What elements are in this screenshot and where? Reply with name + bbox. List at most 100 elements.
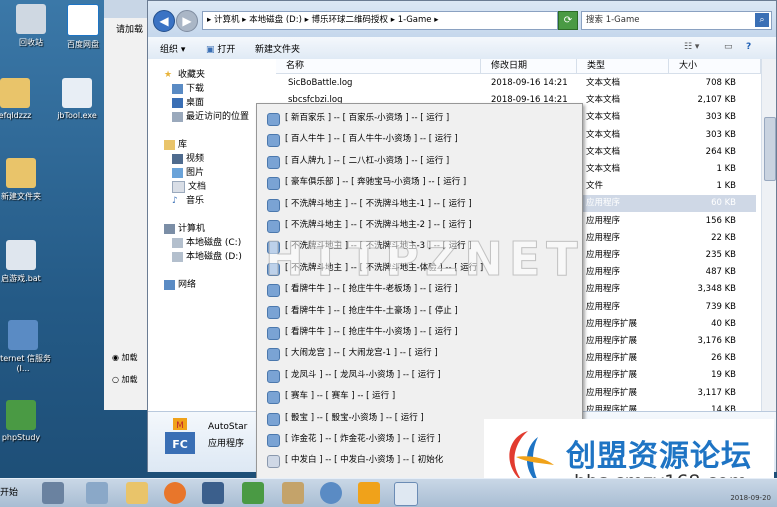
- cell-size: 303 KB: [705, 129, 736, 140]
- menu-item[interactable]: [ 大闹龙宫 ] -- [ 大闹龙宫-1 ] -- [ 运行 ]: [257, 343, 582, 364]
- taskbar-active-app-icon[interactable]: [394, 482, 418, 506]
- nav-label: 最近访问的位置: [186, 112, 250, 122]
- nav-favorites[interactable]: ★ 收藏夹: [164, 67, 205, 81]
- iis-icon[interactable]: nternet 信服务 (I...: [0, 320, 54, 373]
- column-type[interactable]: 类型: [577, 59, 669, 74]
- preview-pane-icon[interactable]: ▭: [724, 42, 733, 52]
- taskbar-network-icon[interactable]: [86, 482, 108, 504]
- menu-item[interactable]: [ 赛车 ] -- [ 赛车 ] -- [ 运行 ]: [257, 386, 582, 407]
- background-window-titlebar[interactable]: [104, 0, 150, 18]
- menu-item-label: [ 龙凤斗 ] -- [ 龙凤斗-小资场 ] -- [ 运行 ]: [285, 369, 441, 380]
- cell-type: 文本文档: [586, 78, 621, 88]
- nav-music[interactable]: ♪ 音乐: [172, 193, 204, 207]
- cell-size: 3,176 KB: [697, 336, 736, 346]
- taskbar-refresh-icon[interactable]: [242, 482, 264, 504]
- autostar-app-icon: M FC: [165, 418, 195, 456]
- cell-name: SicBoBattle.log: [288, 78, 353, 88]
- nav-library[interactable]: 库: [164, 137, 187, 150]
- desktop-icon-label: jbTool.exe: [57, 111, 97, 120]
- scrollbar-thumb[interactable]: [764, 117, 776, 181]
- taskbar-terminal-icon[interactable]: [202, 482, 224, 504]
- nav-documents[interactable]: 文档: [172, 179, 206, 193]
- help-icon[interactable]: ?: [746, 42, 751, 52]
- organize-button[interactable]: 组织 ▾: [160, 42, 185, 55]
- menu-item-label: [ 看牌牛牛 ] -- [ 抢庄牛牛-小资场 ] -- [ 运行 ]: [285, 327, 458, 337]
- taskbar-tool-icon[interactable]: [282, 482, 304, 504]
- back-button[interactable]: ◀: [153, 10, 175, 32]
- nav-label: 视频: [186, 154, 205, 164]
- cell-type: 应用程序: [586, 301, 621, 312]
- menu-item[interactable]: [ 百人牌九 ] -- [ 二八杠-小资场 ] -- [ 运行 ]: [257, 151, 582, 172]
- menu-item[interactable]: [ 龙凤斗 ] -- [ 龙凤斗-小资场 ] -- [ 运行 ]: [257, 365, 582, 386]
- menu-item[interactable]: [ 新百家乐 ] -- [ 百家乐-小资场 ] -- [ 运行 ]: [257, 108, 582, 129]
- download-icon: [172, 83, 183, 94]
- taskbar-browser-icon[interactable]: [320, 482, 342, 504]
- nav-local-d[interactable]: 本地磁盘 (D:): [172, 249, 242, 262]
- game-server-icon: [267, 177, 280, 191]
- view-options-icon[interactable]: ☷ ▾: [684, 42, 699, 52]
- open-button[interactable]: ▣ 打开: [206, 42, 235, 55]
- refresh-icon[interactable]: ⟳: [558, 11, 578, 30]
- menu-item[interactable]: [ 不洗牌斗地主 ] -- [ 不洗牌斗地主-1 ] -- [ 运行 ]: [257, 194, 582, 215]
- menu-item[interactable]: [ 看牌牛牛 ] -- [ 抢庄牛牛-小资场 ] -- [ 运行 ]: [257, 322, 582, 343]
- desktop-icon-label: 回收站: [19, 38, 43, 47]
- table-row[interactable]: SicBoBattle.log 2018-09-16 14:21 文本文档 708 K…: [276, 75, 756, 92]
- forward-button[interactable]: ▶: [176, 10, 198, 32]
- taskbar-app-icon[interactable]: [164, 482, 186, 504]
- start-button[interactable]: 开始: [0, 485, 18, 498]
- cell-date: 2018-09-16 14:21: [491, 78, 568, 88]
- nav-label: 本地磁盘 (C:): [186, 238, 242, 248]
- nav-desktop[interactable]: 桌面: [172, 95, 204, 108]
- column-date[interactable]: 修改日期: [481, 59, 577, 74]
- cell-size: 3,117 KB: [697, 387, 736, 398]
- load-radio-1[interactable]: ◉ 加载: [112, 352, 138, 363]
- new-folder-button[interactable]: 新建文件夹: [255, 42, 300, 55]
- breadcrumb[interactable]: ▸ 计算机 ▸ 本地磁盘 (D:) ▸ 博乐环球二维码授权 ▸ 1-Game ▸: [202, 11, 558, 30]
- menu-item-label: [ 豪车俱乐部 ] -- [ 奔驰宝马-小资场 ] -- [ 运行 ]: [285, 177, 467, 188]
- menu-item[interactable]: [ 豪车俱乐部 ] -- [ 奔驰宝马-小资场 ] -- [ 运行 ]: [257, 172, 582, 193]
- svg-text:FC: FC: [172, 438, 188, 451]
- nav-video[interactable]: 视频: [172, 151, 204, 164]
- nav-downloads[interactable]: 下载: [172, 81, 204, 94]
- recent-places-icon: [172, 111, 183, 122]
- game-server-icon: [267, 327, 280, 340]
- folder-efqldzzz-icon[interactable]: efqldzzz: [0, 78, 46, 120]
- search-input[interactable]: 搜索 1-Game ⌕: [581, 11, 772, 30]
- game-server-icon: [267, 284, 280, 298]
- taskbar-autostar-icon[interactable]: [358, 482, 380, 504]
- desktop-icon-label: 启游戏.bat: [1, 274, 41, 283]
- nav-computer[interactable]: 计算机: [164, 221, 205, 234]
- game-server-icon: [267, 198, 280, 212]
- load-radio-2[interactable]: ○ 加载: [112, 374, 138, 385]
- nav-network[interactable]: 网络: [164, 277, 196, 290]
- game-server-icon: [267, 134, 280, 148]
- taskbar-folder-icon[interactable]: [126, 482, 148, 504]
- new-folder-icon[interactable]: 新建文件夹: [0, 158, 52, 202]
- search-icon[interactable]: ⌕: [755, 13, 769, 27]
- nav-recent[interactable]: 最近访问的位置: [172, 109, 249, 122]
- nav-pictures[interactable]: 图片: [172, 165, 204, 178]
- cell-type: 应用程序扩展: [586, 318, 638, 329]
- menu-item[interactable]: [ 看牌牛牛 ] -- [ 抢庄牛牛-土豪场 ] -- [ 停止 ]: [257, 301, 582, 322]
- nav-local-c[interactable]: 本地磁盘 (C:): [172, 235, 241, 248]
- background-window[interactable]: 请加载 ◉ 加载 ○ 加载: [104, 0, 151, 410]
- nav-label: 本地磁盘 (D:): [186, 252, 242, 262]
- recycle-bin-image: [16, 4, 46, 34]
- taskbar-server-icon[interactable]: [42, 482, 64, 504]
- cell-type: 文本文档: [586, 112, 621, 123]
- music-icon: ♪: [172, 195, 178, 206]
- menu-item[interactable]: [ 百人牛牛 ] -- [ 百人牛牛-小资场 ] -- [ 运行 ]: [257, 129, 582, 150]
- column-name[interactable]: 名称: [276, 59, 481, 74]
- folder-icon: [6, 158, 36, 188]
- library-icon: [164, 139, 175, 150]
- cell-size: 264 KB: [705, 146, 736, 157]
- vertical-scrollbar[interactable]: [761, 59, 776, 411]
- computer-icon: [164, 223, 175, 234]
- cell-size: 60 KB: [711, 198, 736, 209]
- nav-label: 计算机: [178, 224, 206, 234]
- bat-file-icon[interactable]: 启游戏.bat: [0, 240, 52, 284]
- jbtool-icon[interactable]: jbTool.exe: [46, 78, 108, 120]
- cell-type: 文本文档: [586, 95, 621, 106]
- phpstudy-icon[interactable]: phpStudy: [0, 400, 52, 442]
- column-size[interactable]: 大小: [669, 59, 761, 74]
